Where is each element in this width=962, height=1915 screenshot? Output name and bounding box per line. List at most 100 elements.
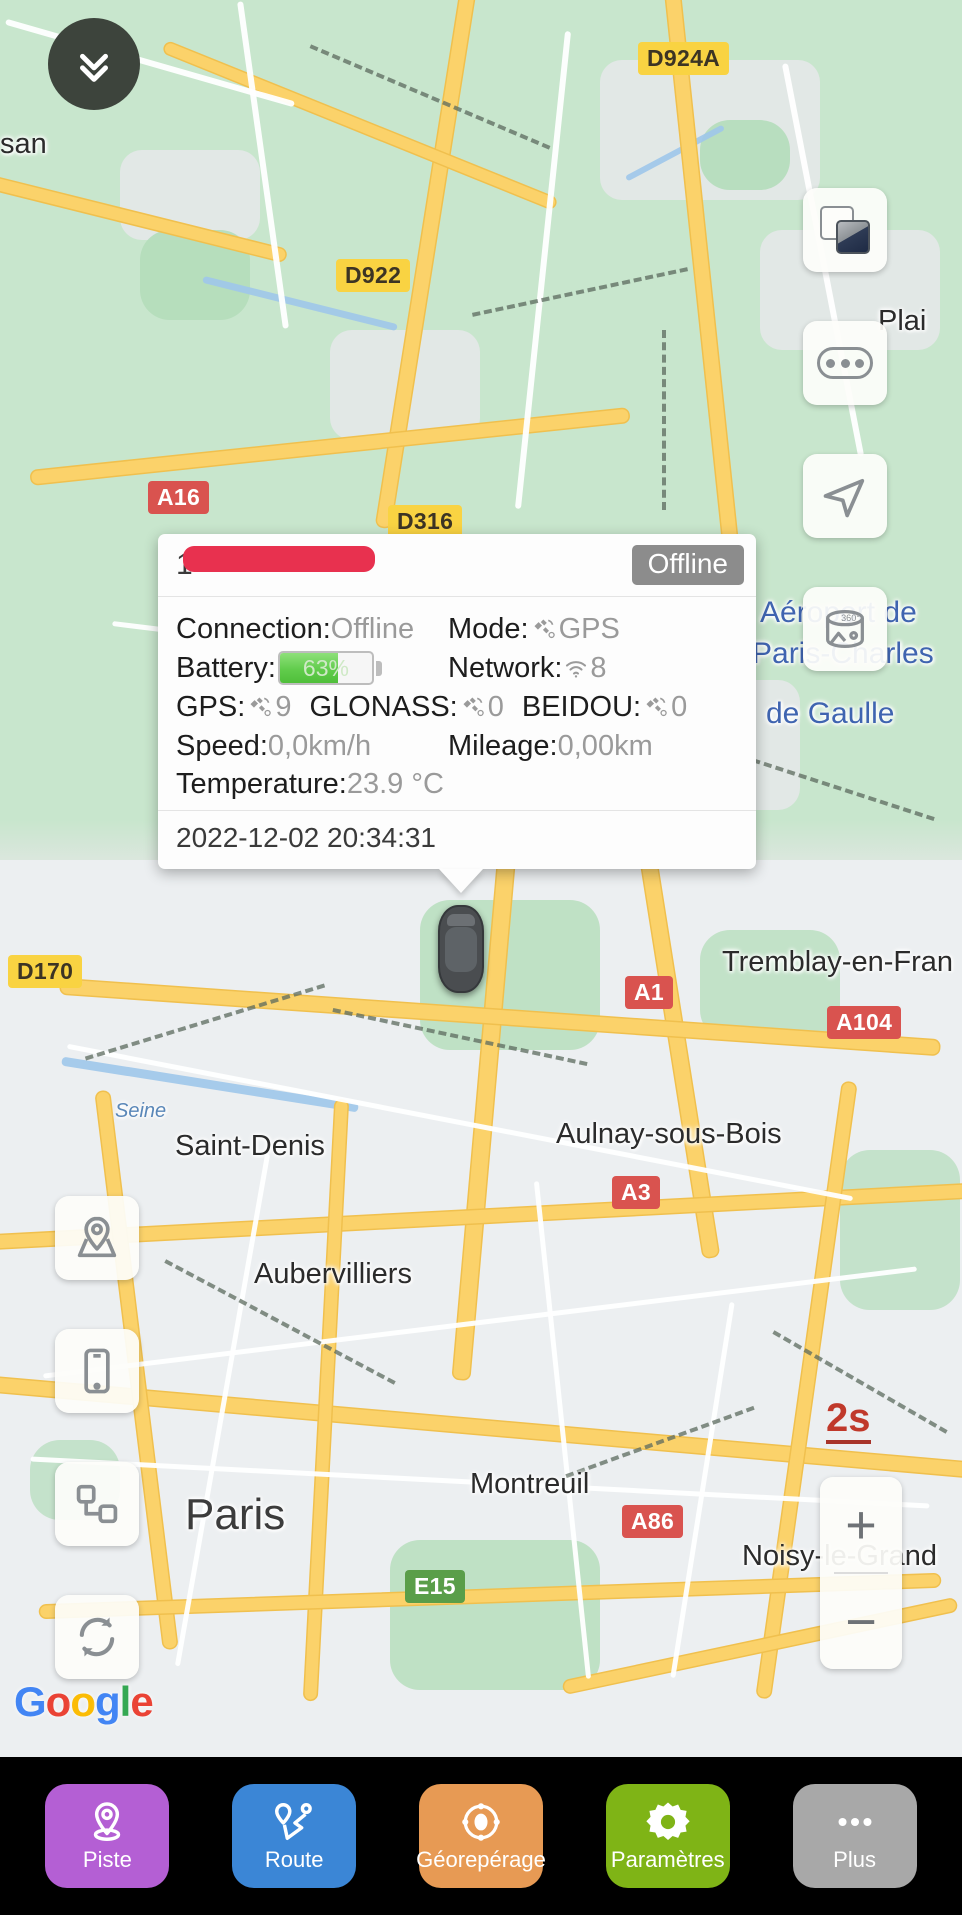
nav-label-plus: Plus bbox=[833, 1847, 876, 1872]
speed-value: 0,0km/h bbox=[267, 729, 372, 762]
route-icon bbox=[275, 1803, 313, 1841]
map-park bbox=[390, 1540, 600, 1690]
road-shield: A104 bbox=[827, 1006, 902, 1039]
map-place-label: Paris bbox=[185, 1490, 286, 1539]
road-shield: D924A bbox=[638, 42, 730, 75]
refresh-interval-label[interactable]: 2s bbox=[826, 1398, 871, 1444]
traffic-button[interactable] bbox=[803, 321, 887, 405]
mileage-value: 0,00km bbox=[557, 729, 653, 762]
refresh-button[interactable] bbox=[55, 1595, 139, 1679]
wifi-icon bbox=[566, 661, 587, 678]
bottom-navigation-bar: Piste Route Géorepérage Paramètres Plus bbox=[0, 1757, 962, 1915]
map-place-label: Montreuil bbox=[470, 1468, 590, 1500]
glonass-value: 0 bbox=[487, 690, 504, 723]
beidou-label: BEIDOU: bbox=[521, 690, 642, 723]
device-info-popup[interactable]: 1 Offline Connection: Offline Mode: bbox=[158, 534, 756, 870]
app-root: ✈ Google D924AD922A16D316D170A1A104A3A86… bbox=[0, 0, 962, 1915]
panorama-360-icon: 360° bbox=[826, 610, 864, 648]
smartphone-icon bbox=[84, 1348, 110, 1394]
navigate-button[interactable] bbox=[803, 454, 887, 538]
zoom-in-button[interactable]: + bbox=[820, 1477, 902, 1572]
temperature-label: Temperature: bbox=[176, 768, 347, 801]
road-shield: A3 bbox=[612, 1176, 661, 1209]
mileage-label: Mileage: bbox=[448, 729, 558, 762]
popup-body: Connection: Offline Mode: GPS Battery: 6… bbox=[158, 597, 756, 810]
zoom-controls[interactable]: + − bbox=[820, 1477, 902, 1669]
map-place-label: Tremblay-en-Fran bbox=[722, 946, 953, 978]
car-windshield bbox=[447, 914, 475, 926]
map-place-label: Aubervilliers bbox=[254, 1258, 412, 1290]
nav-label-parametres: Paramètres bbox=[610, 1847, 725, 1872]
gear-icon bbox=[646, 1802, 690, 1841]
gps-label: GPS: bbox=[176, 690, 246, 723]
tree-nodes-icon bbox=[76, 1484, 118, 1524]
nav-item-piste[interactable]: Piste bbox=[45, 1784, 170, 1888]
temperature-value: 23.9 °C bbox=[346, 768, 444, 801]
mode-label: Mode: bbox=[448, 613, 529, 645]
layers-icon bbox=[818, 204, 872, 256]
map-place-label: Saint-Denis bbox=[175, 1130, 325, 1162]
car-roof bbox=[445, 927, 477, 972]
nav-item-georeperage[interactable]: Géorepérage bbox=[416, 1784, 546, 1888]
network-value: 8 bbox=[590, 651, 607, 684]
glonass-label: GLONASS: bbox=[309, 690, 458, 723]
road-shield: D170 bbox=[8, 955, 83, 988]
info-row-speed-mileage: Speed: 0,0km/h Mileage: 0,00km bbox=[176, 727, 738, 766]
satellite-icon bbox=[463, 697, 484, 717]
info-row-temperature: Temperature: 23.9 °C bbox=[176, 765, 738, 804]
beidou-value: 0 bbox=[671, 690, 688, 723]
map-place-label: de Gaulle bbox=[766, 697, 895, 730]
road-shield: A86 bbox=[622, 1505, 684, 1538]
map-layers-button[interactable] bbox=[803, 188, 887, 272]
satellite-icon bbox=[534, 619, 555, 639]
location-pin-map-icon bbox=[77, 1216, 117, 1258]
satellite-icon bbox=[646, 697, 667, 717]
satellite-icon bbox=[250, 697, 272, 717]
map-place-label: san bbox=[0, 128, 47, 160]
gps-value: 9 bbox=[275, 690, 292, 723]
navigation-arrow-icon bbox=[823, 478, 865, 518]
road-shield: A1 bbox=[625, 976, 674, 1009]
popup-timestamp: 2022-12-02 20:34:31 bbox=[158, 810, 756, 869]
connection-label: Connection: bbox=[176, 613, 331, 645]
traffic-dots-icon bbox=[817, 347, 873, 379]
info-row-satellites: GPS: 9 GLONASS: 0 BEIDOU: 0 bbox=[176, 688, 738, 727]
battery-indicator: 63% bbox=[277, 651, 382, 686]
geofence-button[interactable] bbox=[55, 1196, 139, 1280]
nav-item-route[interactable]: Route bbox=[232, 1784, 357, 1888]
road-shield: A16 bbox=[148, 481, 210, 514]
battery-label: Battery: bbox=[176, 651, 276, 684]
ellipsis-icon bbox=[838, 1817, 872, 1827]
map-place-label: Seine bbox=[115, 1100, 167, 1122]
map-place-label: Aulnay-sous-Bois bbox=[556, 1118, 782, 1150]
road-shield: E15 bbox=[405, 1570, 465, 1603]
nav-item-parametres[interactable]: Paramètres bbox=[605, 1784, 730, 1888]
info-row-battery-network: Battery: 63% Network: 8 bbox=[176, 649, 738, 688]
location-pin-icon bbox=[94, 1802, 121, 1841]
speed-label: Speed: bbox=[176, 729, 268, 762]
popup-header: 1 Offline bbox=[158, 534, 756, 597]
chevron-double-down-icon bbox=[80, 53, 108, 82]
street-view-button[interactable]: 360° bbox=[803, 587, 887, 671]
mode-value: GPS bbox=[558, 613, 620, 645]
nav-label-route: Route bbox=[264, 1847, 324, 1872]
collapse-panel-button[interactable] bbox=[48, 18, 140, 110]
zoom-out-button[interactable]: − bbox=[820, 1574, 902, 1669]
road-shield: D922 bbox=[336, 259, 411, 292]
device-button[interactable] bbox=[55, 1329, 139, 1413]
status-badge: Offline bbox=[631, 545, 744, 585]
info-row-connection-mode: Connection: Offline Mode: GPS bbox=[176, 610, 738, 649]
redaction-overlay bbox=[183, 546, 375, 572]
nav-item-plus[interactable]: Plus bbox=[792, 1784, 917, 1888]
nav-label-piste: Piste bbox=[82, 1847, 132, 1872]
vehicle-marker-car[interactable] bbox=[438, 905, 484, 993]
google-watermark: Google bbox=[14, 1678, 154, 1725]
network-label: Network: bbox=[448, 651, 563, 684]
hierarchy-button[interactable] bbox=[55, 1462, 139, 1546]
map-park bbox=[840, 1150, 960, 1310]
admin-border bbox=[662, 330, 666, 510]
connection-value: Offline bbox=[330, 613, 415, 645]
geofence-ring-icon bbox=[462, 1803, 500, 1841]
nav-label-georeperage: Géorepérage bbox=[416, 1847, 546, 1872]
battery-percent-label: 63% bbox=[302, 654, 349, 681]
